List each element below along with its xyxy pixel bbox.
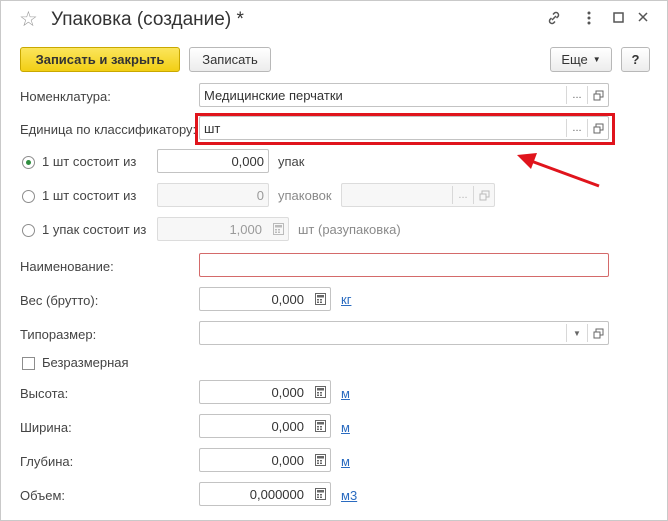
- width-field[interactable]: 0,000: [199, 414, 331, 438]
- option3-radio[interactable]: [22, 224, 35, 237]
- option3-unit: шт (разупаковка): [298, 222, 401, 237]
- calculator-icon[interactable]: [310, 417, 330, 435]
- depth-label: Глубина:: [20, 454, 74, 469]
- form-window: ☆ Упаковка (создание) * Записать и закры…: [0, 0, 668, 521]
- option1-unit: упак: [278, 154, 305, 169]
- window-title: Упаковка (создание) *: [51, 9, 244, 30]
- width-value: 0,000: [271, 419, 304, 434]
- more-label: Еще: [561, 52, 588, 67]
- option2-radio[interactable]: [22, 190, 35, 203]
- calculator-icon[interactable]: [310, 485, 330, 503]
- weight-field[interactable]: 0,000: [199, 287, 331, 311]
- height-value: 0,000: [271, 385, 304, 400]
- height-unit-link[interactable]: м: [341, 386, 350, 401]
- volume-label: Объем:: [20, 488, 66, 503]
- volume-unit-link[interactable]: м3: [341, 488, 357, 503]
- save-button[interactable]: Записать: [189, 47, 271, 72]
- depth-value: 0,000: [271, 453, 304, 468]
- select-button: ...: [452, 186, 473, 204]
- open-icon: [473, 186, 494, 204]
- option3-label: 1 упак состоит из: [42, 222, 147, 237]
- nomenclature-field[interactable]: Медицинские перчатки ...: [199, 83, 609, 107]
- depth-field[interactable]: 0,000: [199, 448, 331, 472]
- arrow-annotation: [517, 153, 600, 188]
- maximize-icon[interactable]: [612, 10, 626, 28]
- star-icon[interactable]: ☆: [19, 7, 38, 32]
- option1-label: 1 шт состоит из: [42, 154, 137, 169]
- depth-unit-link[interactable]: м: [341, 454, 350, 469]
- volume-value: 0,000000: [249, 487, 304, 502]
- option3-value: 1,000: [229, 222, 262, 237]
- option1-value: 0,000: [231, 154, 264, 169]
- calculator-icon: [268, 220, 288, 238]
- chevron-down-icon: ▼: [592, 55, 601, 64]
- close-icon[interactable]: [636, 10, 650, 28]
- weight-label: Вес (брутто):: [20, 293, 99, 308]
- select-button[interactable]: ...: [566, 86, 587, 104]
- size-type-field[interactable]: ▼: [199, 321, 609, 345]
- width-unit-link[interactable]: м: [341, 420, 350, 435]
- open-icon[interactable]: [587, 324, 608, 342]
- option2-label: 1 шт состоит из: [42, 188, 137, 203]
- weight-value: 0,000: [271, 292, 304, 307]
- more-vertical-icon[interactable]: [586, 10, 592, 30]
- size-type-label: Типоразмер:: [20, 327, 97, 342]
- height-field[interactable]: 0,000: [199, 380, 331, 404]
- dimensionless-label: Безразмерная: [42, 355, 129, 370]
- save-and-close-button[interactable]: Записать и закрыть: [20, 47, 180, 72]
- open-icon[interactable]: [587, 86, 608, 104]
- option1-radio[interactable]: [22, 156, 35, 169]
- option3-field: 1,000: [157, 217, 289, 241]
- packaging-select-field: ...: [341, 183, 495, 207]
- height-label: Высота:: [20, 386, 69, 401]
- option2-field: 0: [157, 183, 269, 207]
- width-label: Ширина:: [20, 420, 72, 435]
- calculator-icon[interactable]: [310, 383, 330, 401]
- option2-value: 0: [256, 188, 264, 203]
- name-field[interactable]: [199, 253, 609, 277]
- chevron-down-icon[interactable]: ▼: [566, 324, 587, 342]
- calculator-icon[interactable]: [310, 451, 330, 469]
- link-icon[interactable]: [546, 10, 562, 30]
- highlight-box: [195, 113, 615, 145]
- help-button[interactable]: ?: [621, 47, 650, 72]
- dimensionless-checkbox[interactable]: [22, 357, 35, 370]
- calculator-icon[interactable]: [310, 290, 330, 308]
- volume-field[interactable]: 0,000000: [199, 482, 331, 506]
- more-button[interactable]: Еще ▼: [550, 47, 612, 72]
- unit-label: Единица по классификатору:: [20, 122, 197, 137]
- nomenclature-label: Номенклатура:: [20, 89, 111, 104]
- nomenclature-value: Медицинские перчатки: [204, 88, 343, 103]
- weight-unit-link[interactable]: кг: [341, 292, 351, 307]
- option1-field[interactable]: 0,000: [157, 149, 269, 173]
- name-label: Наименование:: [20, 259, 114, 274]
- option2-unit: упаковок: [278, 188, 332, 203]
